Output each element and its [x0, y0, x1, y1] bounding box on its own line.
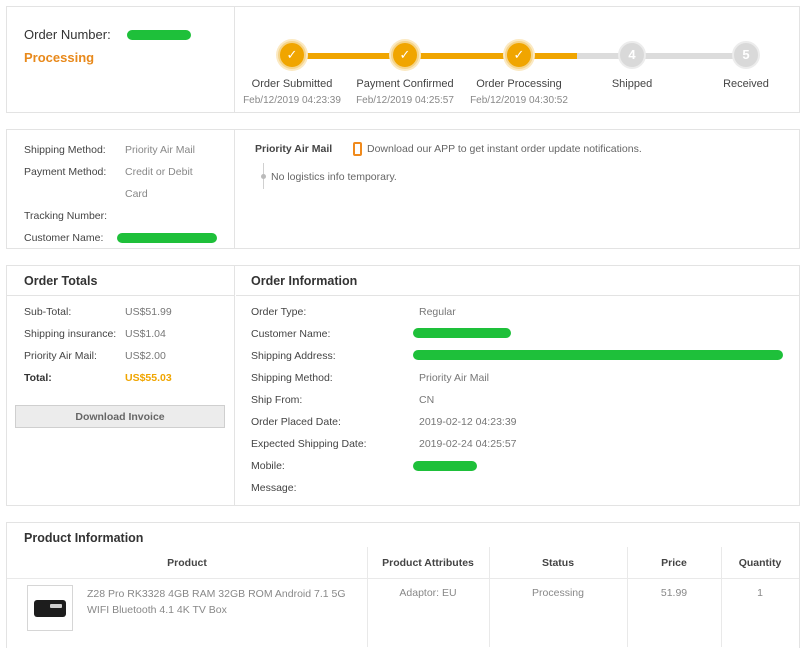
order-details-panel: Order Totals Sub-Total: US$51.99 Shippin…: [6, 265, 800, 506]
product-information-title: Product Information: [24, 531, 144, 545]
product-name-link[interactable]: Z28 Pro RK3328 4GB RAM 32GB ROM Android …: [87, 586, 367, 618]
expected-shipping-date-value: 2019-02-24 04:25:57: [419, 438, 517, 450]
subtotal-value: US$51.99: [125, 306, 172, 318]
step-2-label: Payment Confirmed: [356, 78, 454, 90]
tv-box-image: [34, 600, 66, 617]
shipping-address-redacted: [413, 350, 783, 360]
shipping-panel: Shipping Method: Priority Air Mail Payme…: [6, 129, 800, 249]
mobile-label: Mobile:: [251, 460, 285, 472]
payment-method-value: Credit or Debit: [125, 166, 193, 178]
subtotal-label: Sub-Total:: [24, 306, 72, 318]
customer-name-redacted: [117, 233, 217, 243]
app-download-link[interactable]: Download our APP to get instant order up…: [367, 143, 642, 155]
total-value: US$55.03: [125, 372, 172, 384]
step-2-check-icon: ✓: [391, 41, 419, 69]
shipping-summary: Shipping Method: Priority Air Mail Payme…: [7, 130, 235, 248]
product-table-header: Product Product Attributes Status Price …: [7, 547, 799, 579]
customer-name-label: Customer Name:: [24, 232, 104, 244]
col-status: Status: [541, 557, 575, 569]
step-5-label: Received: [723, 78, 769, 90]
shipping-address-label: Shipping Address:: [251, 350, 336, 362]
total-label: Total:: [24, 372, 52, 384]
payment-method-value-cont: Card: [125, 188, 148, 200]
col-price: Price: [661, 557, 687, 569]
order-placed-date-label: Order Placed Date:: [251, 416, 341, 428]
insurance-label: Shipping insurance:: [24, 328, 117, 340]
order-status-panel: Order Number: Processing ✓ ✓ ✓ 4 5 Order…: [6, 6, 800, 113]
order-information-title: Order Information: [251, 274, 358, 288]
shipping-fee-label: Priority Air Mail:: [24, 350, 97, 362]
step-3-date: Feb/12/2019 04:30:52: [470, 95, 568, 106]
step-4-label: Shipped: [611, 78, 653, 90]
step-2-date: Feb/12/2019 04:25:57: [356, 95, 454, 106]
tv-box-logo: [50, 604, 62, 608]
col-quantity: Quantity: [738, 557, 782, 569]
progress-track-pending: [577, 53, 747, 59]
progress-track-done: [297, 53, 577, 59]
product-price: 51.99: [660, 587, 688, 599]
product-status: Processing: [532, 587, 584, 599]
product-attributes: Adaptor: EU: [399, 587, 457, 599]
shipping-method-value: Priority Air Mail: [125, 144, 196, 156]
shipping-method-label: Shipping Method:: [24, 144, 106, 156]
ship-from-label: Ship From:: [251, 394, 303, 406]
info-shipping-method-value: Priority Air Mail: [419, 372, 490, 384]
carrier-name: Priority Air Mail: [255, 143, 333, 155]
ship-from-value: CN: [419, 394, 435, 406]
order-placed-date-value: 2019-02-12 04:23:39: [419, 416, 517, 428]
mobile-phone-icon[interactable]: [353, 142, 362, 156]
product-information-panel: Product Information Product Product Attr…: [6, 522, 800, 648]
info-customer-name-redacted: [413, 328, 511, 338]
order-type-label: Order Type:: [251, 306, 307, 318]
step-1-check-icon: ✓: [278, 41, 306, 69]
order-number-label: Order Number:: [24, 27, 111, 42]
info-divider: [236, 295, 799, 296]
order-summary: Order Number: Processing: [7, 7, 235, 112]
step-3-label: Order Processing: [476, 78, 562, 90]
mobile-redacted: [413, 461, 477, 471]
message-label: Message:: [251, 482, 297, 494]
col-product: Product: [167, 557, 207, 569]
insurance-value: US$1.04: [125, 328, 166, 340]
timeline-dot-icon: [261, 174, 266, 179]
info-shipping-method-label: Shipping Method:: [251, 372, 333, 384]
col-attributes: Product Attributes: [382, 557, 474, 569]
step-1-date: Feb/12/2019 04:23:39: [243, 95, 341, 106]
download-invoice-button[interactable]: Download Invoice: [15, 405, 225, 428]
logistics-status: No logistics info temporary.: [271, 171, 397, 183]
product-thumbnail[interactable]: [27, 585, 73, 631]
product-quantity: 1: [757, 587, 763, 599]
step-3-check-icon: ✓: [505, 41, 533, 69]
order-totals-title: Order Totals: [24, 274, 98, 288]
order-totals: Order Totals Sub-Total: US$51.99 Shippin…: [7, 266, 235, 505]
order-type-value: Regular: [419, 306, 456, 318]
totals-divider: [7, 295, 235, 296]
step-5-circle: 5: [732, 41, 760, 69]
shipping-fee-value: US$2.00: [125, 350, 166, 362]
order-state: Processing: [24, 50, 95, 65]
info-customer-name-label: Customer Name:: [251, 328, 331, 340]
payment-method-label: Payment Method:: [24, 166, 107, 178]
order-number-redacted: [127, 30, 191, 40]
step-4-circle: 4: [618, 41, 646, 69]
expected-shipping-date-label: Expected Shipping Date:: [251, 438, 367, 450]
tracking-number-label: Tracking Number:: [24, 210, 108, 222]
step-1-label: Order Submitted: [251, 78, 333, 90]
